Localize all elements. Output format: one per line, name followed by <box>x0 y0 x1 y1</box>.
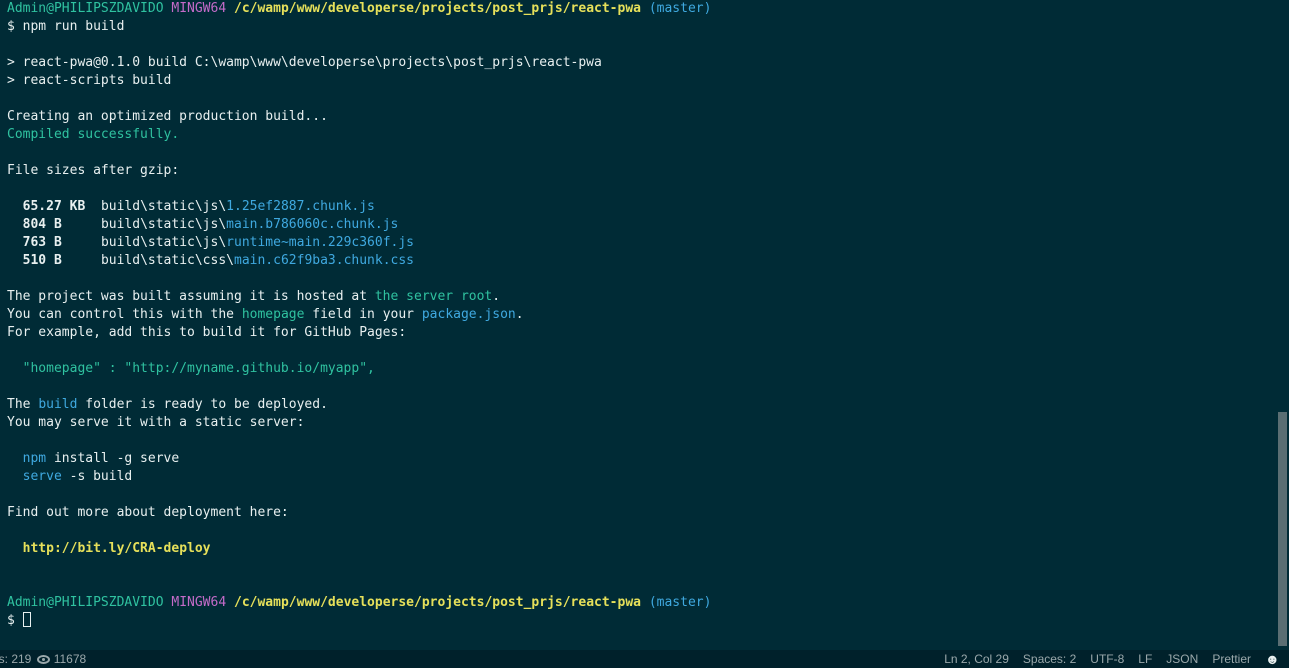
serve-command: serve <box>22 469 62 484</box>
prompt-shell: MINGW64 <box>171 1 227 16</box>
vertical-scrollbar[interactable] <box>1276 0 1289 650</box>
file-row: 763 B build\static\js\runtime~main.229c3… <box>7 234 1276 252</box>
file-name: runtime~main.229c360f.js <box>226 235 415 250</box>
control-mid: field in your <box>304 307 422 322</box>
cursor-position[interactable]: Ln 2, Col 29 <box>944 650 1009 668</box>
input-line[interactable]: $ <box>7 612 1276 630</box>
hosted-text: The project was built assuming it is hos… <box>7 289 375 304</box>
control-package-json: package.json <box>421 307 516 322</box>
prompt-user: Admin@PHILIPSZDAVIDO <box>7 595 164 610</box>
compiled-line: Compiled successfully. <box>7 127 180 142</box>
control-line: You can control this with the homepage f… <box>7 306 1276 324</box>
prompt-line: Admin@PHILIPSZDAVIDO MINGW64 /c/wamp/www… <box>7 0 1276 18</box>
control-end: . <box>515 307 524 322</box>
homepage-line: "homepage" : "http://myname.github.io/my… <box>7 360 1276 378</box>
npm-command: npm <box>22 451 47 466</box>
file-gap <box>62 217 101 232</box>
command-line: $ npm run build <box>7 19 125 34</box>
file-row: 65.27 KB build\static\js\1.25ef2887.chun… <box>7 198 1276 216</box>
serve-args: -s build <box>61 469 133 484</box>
hosted-highlight: the server root <box>374 289 493 304</box>
control-homepage: homepage <box>241 307 305 322</box>
file-row: 804 B build\static\js\main.b786060c.chun… <box>7 216 1276 234</box>
npm-args: install -g serve <box>46 451 180 466</box>
final-prompt-line: Admin@PHILIPSZDAVIDO MINGW64 /c/wamp/www… <box>7 594 1276 612</box>
status-left: ls: 219 11678 <box>0 650 86 668</box>
indentation[interactable]: Spaces: 2 <box>1023 650 1076 668</box>
file-size: 65.27 KB <box>22 199 86 214</box>
terminal-panel[interactable]: Admin@PHILIPSZDAVIDO MINGW64 /c/wamp/www… <box>0 0 1276 650</box>
file-dir: build\static\js\ <box>100 199 227 214</box>
file-gap <box>62 235 101 250</box>
script-line-1: > react-pwa@0.1.0 build C:\wamp\www\deve… <box>7 55 602 70</box>
creating-line: Creating an optimized production build..… <box>7 109 328 124</box>
serve-line: serve -s build <box>7 468 1276 486</box>
formatter[interactable]: Prettier <box>1212 650 1251 668</box>
file-name: 1.25ef2887.chunk.js <box>226 199 375 214</box>
homepage-json: "homepage" : "http://myname.github.io/my… <box>22 361 375 376</box>
prompt-path: /c/wamp/www/developerse/projects/post_pr… <box>234 1 641 16</box>
views-counter[interactable]: 11678 <box>37 650 86 668</box>
file-size: 763 B <box>22 235 62 250</box>
prompt-branch: (master) <box>648 595 712 610</box>
file-size: 804 B <box>22 217 62 232</box>
find-more-line: Find out more about deployment here: <box>7 505 289 520</box>
serve-intro-line: You may serve it with a static server: <box>7 415 305 430</box>
ready-build: build <box>38 397 78 412</box>
file-name: main.c62f9ba3.chunk.css <box>234 253 415 268</box>
file-row: 510 B build\static\css\main.c62f9ba3.chu… <box>7 252 1276 270</box>
language-mode[interactable]: JSON <box>1166 650 1198 668</box>
npm-install-line: npm install -g serve <box>7 450 1276 468</box>
example-line: For example, add this to build it for Gi… <box>7 325 407 340</box>
status-clipped-item[interactable]: ls: 219 <box>0 650 31 668</box>
prompt-user: Admin@PHILIPSZDAVIDO <box>7 1 164 16</box>
status-right: Ln 2, Col 29 Spaces: 2 UTF-8 LF JSON Pre… <box>944 650 1289 668</box>
file-size: 510 B <box>22 253 62 268</box>
prompt-branch: (master) <box>648 1 712 16</box>
file-name: main.b786060c.chunk.js <box>226 217 399 232</box>
file-list: 65.27 KB build\static\js\1.25ef2887.chun… <box>7 198 1276 270</box>
views-count: 11678 <box>53 652 87 666</box>
hosted-line: The project was built assuming it is hos… <box>7 288 1276 306</box>
ready-line: The build folder is ready to be deployed… <box>7 396 1276 414</box>
text-cursor <box>22 612 31 627</box>
status-bar: ls: 219 11678 Ln 2, Col 29 Spaces: 2 UTF… <box>0 650 1289 668</box>
deploy-link-line: http://bit.ly/CRA-deploy <box>7 540 1276 558</box>
ready-text: The <box>7 397 39 412</box>
file-sizes-header: File sizes after gzip: <box>7 163 180 178</box>
end-of-line[interactable]: LF <box>1138 650 1152 668</box>
file-gap <box>85 199 101 214</box>
file-dir: build\static\js\ <box>100 235 227 250</box>
smiley-icon[interactable]: ☻ <box>1265 652 1280 666</box>
script-line-2: > react-scripts build <box>7 73 172 88</box>
prompt-path: /c/wamp/www/developerse/projects/post_pr… <box>234 595 641 610</box>
control-text: You can control this with the <box>7 307 242 322</box>
deploy-link[interactable]: http://bit.ly/CRA-deploy <box>23 541 211 556</box>
prompt-shell: MINGW64 <box>171 595 227 610</box>
input-prompt: $ <box>7 613 23 628</box>
hosted-end: . <box>492 289 501 304</box>
file-dir: build\static\js\ <box>100 217 227 232</box>
ready-end: folder is ready to be deployed. <box>77 397 328 412</box>
file-gap <box>62 253 101 268</box>
scrollbar-thumb[interactable] <box>1278 412 1287 646</box>
file-dir: build\static\css\ <box>100 253 234 268</box>
file-encoding[interactable]: UTF-8 <box>1090 650 1124 668</box>
eye-icon <box>37 655 51 664</box>
